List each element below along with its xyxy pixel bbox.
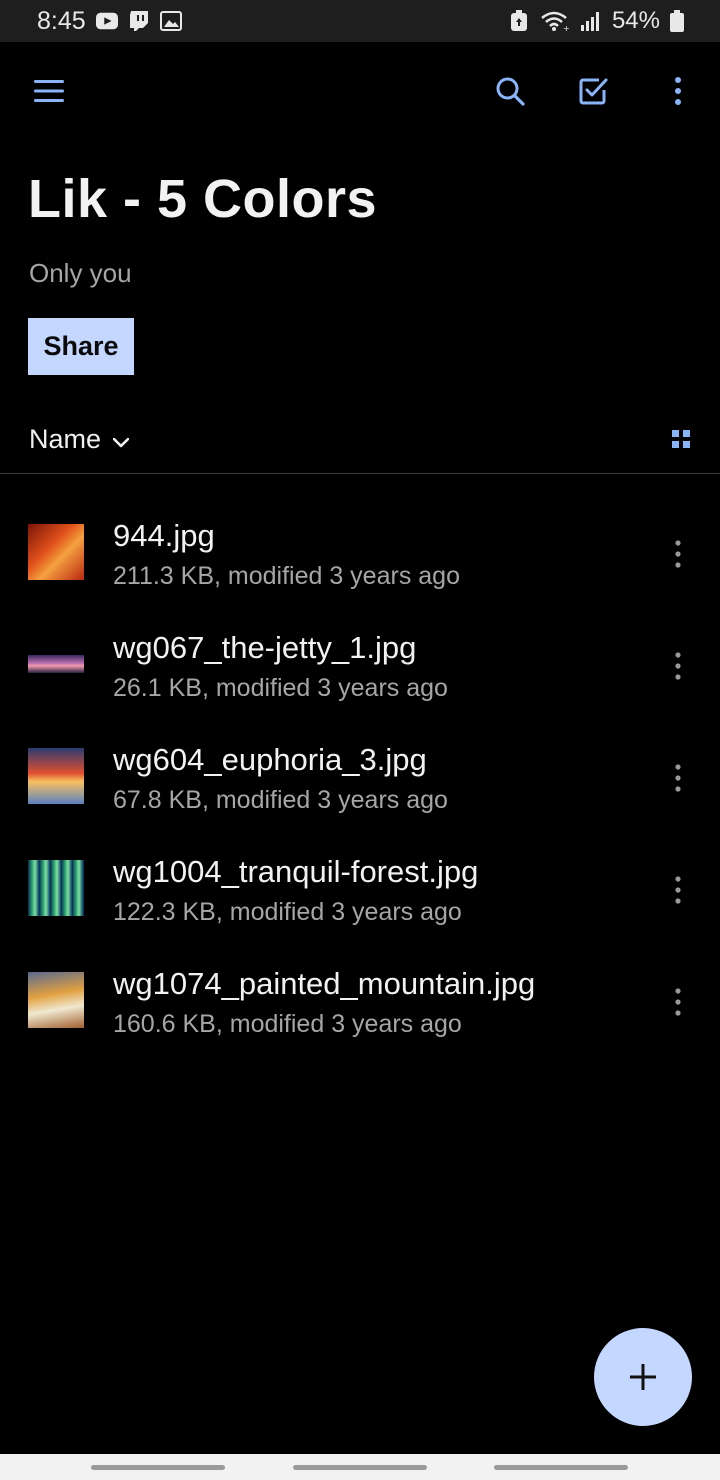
twitch-icon xyxy=(128,10,150,32)
file-meta: 26.1 KB, modified 3 years ago xyxy=(113,674,448,702)
more-vert-icon[interactable] xyxy=(664,534,692,574)
file-thumbnail xyxy=(28,860,84,916)
file-name: wg604_euphoria_3.jpg xyxy=(113,742,427,777)
nav-back-handle[interactable] xyxy=(494,1465,628,1470)
select-icon[interactable] xyxy=(566,63,622,119)
file-thumbnail xyxy=(28,972,84,1028)
list-item[interactable]: wg1074_painted_mountain.jpg 160.6 KB, mo… xyxy=(0,948,720,1060)
file-meta: 122.3 KB, modified 3 years ago xyxy=(113,898,462,926)
chevron-down-icon xyxy=(112,424,130,455)
svg-text:+: + xyxy=(563,24,570,32)
file-thumbnail xyxy=(28,655,84,673)
list-item[interactable]: wg1004_tranquil-forest.jpg 122.3 KB, mod… xyxy=(0,836,720,948)
battery-icon xyxy=(670,10,684,32)
status-right: + 54% xyxy=(508,7,684,35)
add-icon xyxy=(630,1364,656,1390)
nav-recents-handle[interactable] xyxy=(91,1465,225,1470)
file-name: wg1074_painted_mountain.jpg xyxy=(113,966,536,1001)
list-item[interactable]: wg604_euphoria_3.jpg 67.8 KB, modified 3… xyxy=(0,724,720,836)
file-name: 944.jpg xyxy=(113,518,215,553)
gesture-nav-bar xyxy=(0,1454,720,1480)
list-item[interactable]: 944.jpg 211.3 KB, modified 3 years ago xyxy=(0,500,720,612)
signal-icon xyxy=(580,10,602,32)
page-title: Lik - 5 Colors xyxy=(28,169,378,229)
file-thumbnail xyxy=(28,524,84,580)
file-meta: 67.8 KB, modified 3 years ago xyxy=(113,786,448,814)
file-meta: 211.3 KB, modified 3 years ago xyxy=(113,562,460,590)
grid-view-icon[interactable] xyxy=(666,424,696,454)
status-time: 8:45 xyxy=(37,6,86,35)
top-app-bar xyxy=(0,42,720,142)
search-icon[interactable] xyxy=(482,63,538,119)
sort-row: Name xyxy=(0,410,720,474)
file-meta: 160.6 KB, modified 3 years ago xyxy=(113,1010,462,1038)
wifi-icon: + xyxy=(540,10,570,32)
youtube-icon xyxy=(95,10,118,32)
more-vert-icon[interactable] xyxy=(664,870,692,910)
menu-icon[interactable] xyxy=(21,63,77,119)
status-bar: 8:45 + 54% xyxy=(0,0,720,42)
gallery-icon xyxy=(159,10,182,32)
file-name: wg067_the-jetty_1.jpg xyxy=(113,630,417,665)
battery-percent: 54% xyxy=(611,7,660,34)
file-thumbnail xyxy=(28,748,84,804)
sharing-status: Only you xyxy=(29,258,132,288)
sort-label: Name xyxy=(29,424,102,454)
more-vert-icon[interactable] xyxy=(664,758,692,798)
share-button[interactable]: Share xyxy=(28,318,134,375)
list-item[interactable]: wg067_the-jetty_1.jpg 26.1 KB, modified … xyxy=(0,612,720,724)
file-name: wg1004_tranquil-forest.jpg xyxy=(113,854,479,889)
sort-by-name-button[interactable]: Name xyxy=(29,424,130,455)
nav-home-handle[interactable] xyxy=(293,1465,427,1470)
battery-saver-icon xyxy=(508,10,530,32)
file-list: 944.jpg 211.3 KB, modified 3 years ago w… xyxy=(0,500,720,1060)
more-vert-icon[interactable] xyxy=(664,646,692,686)
add-button[interactable] xyxy=(594,1328,692,1426)
more-vert-icon[interactable] xyxy=(650,63,706,119)
status-left: 8:45 xyxy=(37,7,182,36)
more-vert-icon[interactable] xyxy=(664,982,692,1022)
